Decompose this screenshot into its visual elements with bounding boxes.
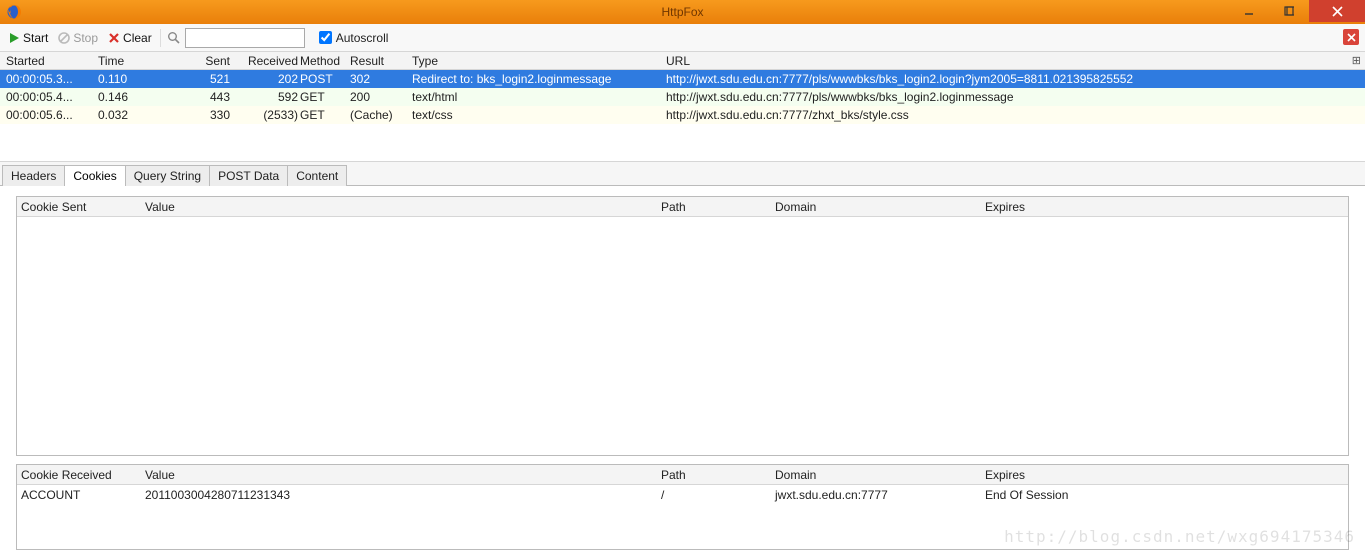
autoscroll-checkbox[interactable] — [319, 31, 332, 44]
col-cookie-expires[interactable]: Expires — [985, 200, 1348, 214]
start-button[interactable]: Start — [4, 29, 52, 47]
tab-query-string[interactable]: Query String — [125, 165, 210, 186]
cookie-row[interactable]: ACCOUNT2011003004280711231343/jwxt.sdu.e… — [17, 485, 1348, 505]
request-row[interactable]: 00:00:05.4...0.146443592GET200text/htmlh… — [0, 88, 1365, 106]
autoscroll-toggle[interactable]: Autoscroll — [319, 31, 389, 45]
col-cookie-name[interactable]: Cookie Received — [21, 468, 145, 482]
firefox-icon — [6, 4, 22, 20]
col-cookie-domain[interactable]: Domain — [775, 200, 985, 214]
col-cookie-domain[interactable]: Domain — [775, 468, 985, 482]
clear-label: Clear — [123, 31, 152, 45]
tab-headers[interactable]: Headers — [2, 165, 65, 186]
col-method[interactable]: Method — [300, 54, 350, 68]
col-sent[interactable]: Sent — [176, 54, 236, 68]
search-icon[interactable] — [167, 31, 181, 45]
window-title: HttpFox — [661, 5, 703, 19]
cookies-sent-pane: Cookie Sent Value Path Domain Expires — [16, 196, 1349, 456]
close-button[interactable] — [1309, 0, 1365, 22]
col-received[interactable]: Received — [236, 54, 300, 68]
separator — [160, 29, 161, 47]
panel-close-button[interactable] — [1343, 29, 1359, 45]
col-time[interactable]: Time — [98, 54, 176, 68]
stop-button[interactable]: Stop — [54, 29, 102, 47]
maximize-button[interactable] — [1269, 0, 1309, 22]
tab-post-data[interactable]: POST Data — [209, 165, 288, 186]
request-row[interactable]: 00:00:05.3...0.110521202POST302Redirect … — [0, 70, 1365, 88]
cookies-sent-header: Cookie Sent Value Path Domain Expires — [17, 197, 1348, 217]
stop-label: Stop — [73, 31, 98, 45]
request-row[interactable]: 00:00:05.6...0.032330(2533)GET(Cache)tex… — [0, 106, 1365, 124]
watermark: http://blog.csdn.net/wxg694175346 — [1004, 527, 1355, 546]
cookies-received-header: Cookie Received Value Path Domain Expire… — [17, 465, 1348, 485]
toolbar: Start Stop Clear Autoscroll — [0, 24, 1365, 52]
play-icon — [8, 32, 20, 44]
col-cookie-value[interactable]: Value — [145, 200, 661, 214]
tab-content[interactable]: Content — [287, 165, 347, 186]
columns-config-icon[interactable]: ⊞ — [1352, 54, 1361, 67]
detail-tabs: HeadersCookiesQuery StringPOST DataConte… — [0, 162, 1365, 186]
window-buttons — [1229, 0, 1365, 24]
requests-header: Started Time Sent Received Method Result… — [0, 52, 1365, 70]
col-result[interactable]: Result — [350, 54, 412, 68]
col-started[interactable]: Started — [6, 54, 98, 68]
requests-table: Started Time Sent Received Method Result… — [0, 52, 1365, 162]
col-cookie-name[interactable]: Cookie Sent — [21, 200, 145, 214]
col-type[interactable]: Type — [412, 54, 666, 68]
start-label: Start — [23, 31, 48, 45]
col-cookie-expires[interactable]: Expires — [985, 468, 1348, 482]
search-input[interactable] — [185, 28, 305, 48]
minimize-button[interactable] — [1229, 0, 1269, 22]
titlebar: HttpFox — [0, 0, 1365, 24]
col-cookie-value[interactable]: Value — [145, 468, 661, 482]
autoscroll-label: Autoscroll — [336, 31, 389, 45]
clear-icon — [108, 32, 120, 44]
col-cookie-path[interactable]: Path — [661, 200, 775, 214]
col-cookie-path[interactable]: Path — [661, 468, 775, 482]
col-url[interactable]: URL — [666, 54, 1365, 68]
clear-button[interactable]: Clear — [104, 29, 156, 47]
tab-cookies[interactable]: Cookies — [64, 165, 125, 186]
cookies-panel: Cookie Sent Value Path Domain Expires Co… — [0, 186, 1365, 552]
stop-icon — [58, 32, 70, 44]
